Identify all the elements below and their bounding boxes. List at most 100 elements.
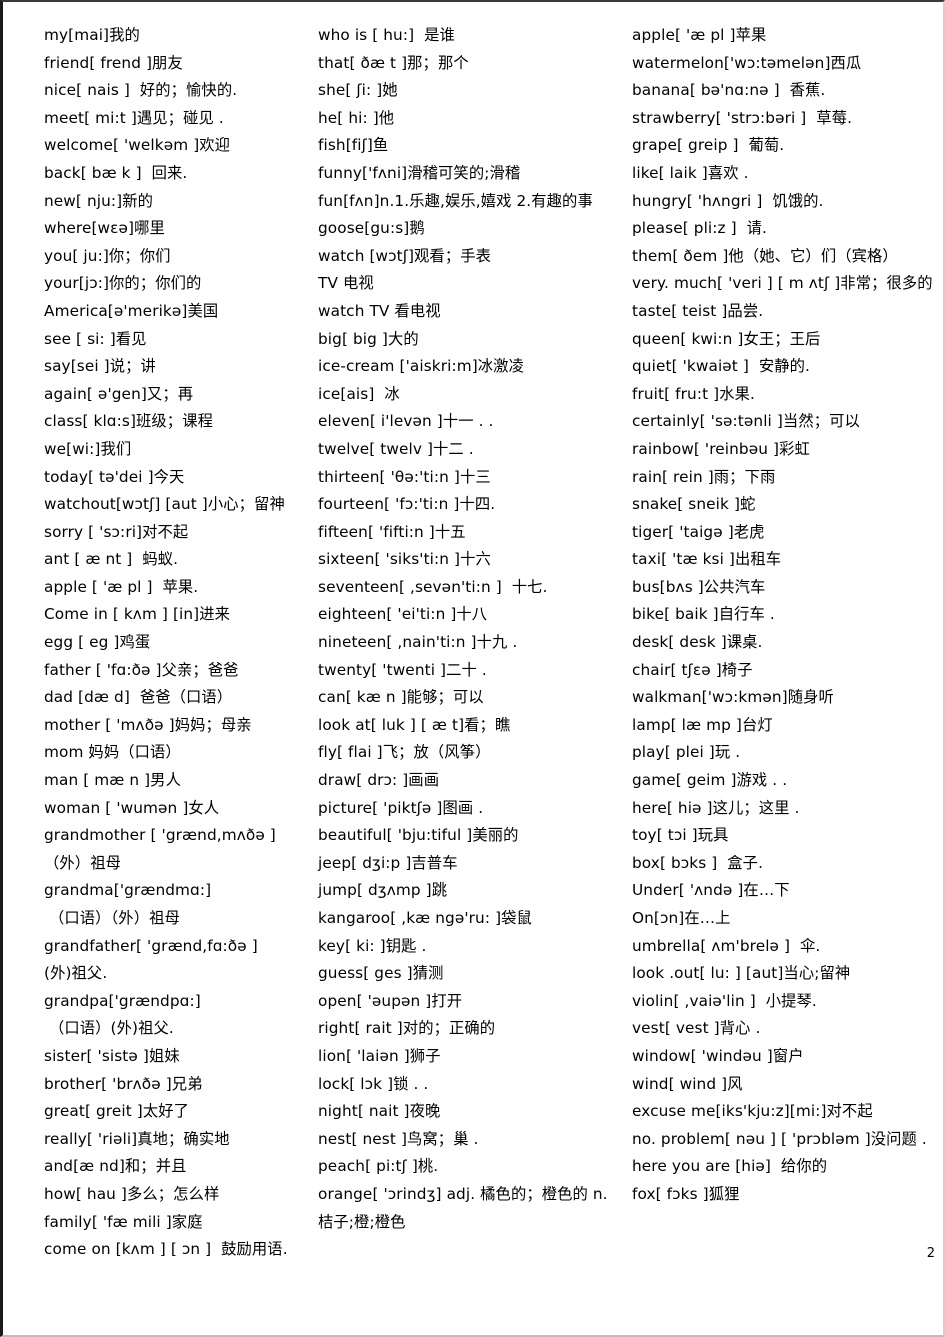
- vocabulary-entry: (外)祖父.: [44, 964, 108, 983]
- vocabulary-entry: how[ hau ]多么；怎么样: [44, 1184, 220, 1203]
- vocabulary-entry: again[ ə'gen]又；再: [44, 384, 194, 403]
- vocabulary-entry: come on [kʌm ] [ ɔn ] 鼓励用语.: [44, 1240, 288, 1259]
- vocabulary-entry: hungry[ 'hʌngri ] 饥饿的.: [632, 191, 824, 210]
- vocabulary-entry: fruit[ fru:t ]水果.: [632, 384, 755, 403]
- vocabulary-entry: watch [wɔtʃ]观看；手表: [318, 246, 492, 265]
- vocabulary-entry: queen[ kwi:n ]女王；王后: [632, 329, 821, 348]
- vocabulary-entry: jump[ dʒʌmp ]跳: [318, 881, 448, 900]
- vocabulary-entry: box[ bɔks ] 盒子.: [632, 853, 764, 872]
- vocabulary-entry: she[ ʃi: ]她: [318, 81, 398, 100]
- vocabulary-entry: sixteen[ 'siks'ti:n ]十六: [318, 550, 491, 569]
- vocabulary-entry: umbrella[ ʌm'brelə ] 伞.: [632, 936, 821, 955]
- vocabulary-entry: fifteen[ 'fifti:n ]十五: [318, 522, 466, 541]
- vocabulary-entry: meet[ mi:t ]遇见；碰见 .: [44, 108, 224, 127]
- vocabulary-entry: lock[ lɔk ]锁 . .: [318, 1074, 429, 1093]
- vocabulary-entry: （口语）(外)祖父.: [44, 1019, 174, 1038]
- vocabulary-entry: right[ rait ]对的；正确的: [318, 1019, 496, 1038]
- vocabulary-entry: TV 电视: [318, 274, 374, 293]
- vocabulary-entry: fourteen[ 'fɔ:'ti:n ]十四.: [318, 495, 496, 514]
- vocabulary-entry: nest[ nest ]鸟窝；巢 .: [318, 1129, 479, 1148]
- page-number: 2: [926, 1246, 935, 1261]
- vocabulary-entry: here[ hiə ]这儿；这里 .: [632, 798, 800, 817]
- vocabulary-entry: bus[bʌs ]公共汽车: [632, 577, 766, 596]
- vocabulary-entry: Come in [ kʌm ] [in]进来: [44, 605, 231, 624]
- vocabulary-entry: sister[ 'sistə ]姐妹: [44, 1046, 180, 1065]
- vocabulary-entry: woman [ 'wumən ]女人: [44, 798, 220, 817]
- vocabulary-entry: twenty[ 'twenti ]二十 .: [318, 660, 487, 679]
- vocabulary-entry: mom 妈妈（口语）: [44, 743, 181, 762]
- vocabulary-entry: wind[ wind ]风: [632, 1074, 743, 1093]
- vocabulary-entry: rainbow[ 'reinbəu ]彩虹: [632, 439, 810, 458]
- vocabulary-entry: watchout[wɔtʃ] [aut ]小心；留神: [44, 495, 285, 514]
- vocabulary-entry: ant [ æ nt ] 蚂蚁.: [44, 550, 179, 569]
- vocabulary-entry: strawberry[ 'strɔ:bəri ] 草莓.: [632, 108, 853, 127]
- vocabulary-entry: draw[ drɔ: ]画画: [318, 771, 440, 790]
- vocabulary-entry: sorry [ 'sɔ:ri]对不起: [44, 522, 189, 541]
- vocabulary-entry: open[ 'əupən ]打开: [318, 991, 463, 1010]
- vocabulary-entry: grandfather[ 'grænd,fɑ:ðə ]: [44, 936, 258, 955]
- vocabulary-entry: man [ mæ n ]男人: [44, 771, 181, 790]
- vocabulary-entry: peach[ pi:tʃ ]桃.: [318, 1157, 439, 1176]
- vocabulary-entry: fly[ flai ]飞；放（风筝）: [318, 743, 491, 762]
- vocabulary-entry: nineteen[ ,nain'ti:n ]十九 .: [318, 633, 518, 652]
- vocabulary-entry: mother [ 'mʌðə ]妈妈；母亲: [44, 715, 252, 734]
- vocabulary-entry: welcome[ 'welkəm ]欢迎: [44, 136, 231, 155]
- vocabulary-entry: very. much[ 'veri ] [ m ʌtʃ ]非常；很多的: [632, 274, 933, 293]
- vocabulary-entry: great[ greit ]太好了: [44, 1102, 190, 1121]
- vocabulary-entry: your[jɔ:]你的；你们的: [44, 274, 202, 293]
- vocabulary-entry: banana[ bə'nɑ:nə ] 香蕉.: [632, 81, 826, 100]
- vocabulary-entry: game[ geim ]游戏 . .: [632, 771, 788, 790]
- vocabulary-entry: lamp[ læ mp ]台灯: [632, 715, 773, 734]
- vocabulary-entry: jeep[ dʒi:p ]吉普车: [318, 853, 458, 872]
- vocabulary-entry: violin[ ,vaiə'lin ] 小提琴.: [632, 991, 817, 1010]
- vocabulary-entry: egg [ eg ]鸡蛋: [44, 633, 151, 652]
- vocabulary-entry: beautiful[ 'bju:tiful ]美丽的: [318, 826, 519, 845]
- vocabulary-entry: certainly[ 'sə:tənli ]当然；可以: [632, 412, 860, 431]
- vocabulary-entry: picture[ 'piktʃə ]图画 .: [318, 798, 484, 817]
- vocabulary-entry: no. problem[ nəu ] [ 'prɔbləm ]没问题 .: [632, 1129, 927, 1148]
- vocabulary-entry: family[ 'fæ mili ]家庭: [44, 1212, 203, 1231]
- vocabulary-entry: bike[ baik ]自行车 .: [632, 605, 775, 624]
- vocabulary-entry: taxi[ 'tæ ksi ]出租车: [632, 550, 782, 569]
- vocabulary-entry: big[ big ]大的: [318, 329, 419, 348]
- vocabulary-entry: taste[ teist ]品尝.: [632, 301, 764, 320]
- vocabulary-entry: Under[ 'ʌndə ]在…下: [632, 881, 790, 900]
- vocabulary-entry: night[ nait ]夜晚: [318, 1102, 441, 1121]
- vocabulary-entry: On[ɔn]在…上: [632, 909, 731, 927]
- vocabulary-entry: play[ plei ]玩 .: [632, 743, 741, 762]
- vocabulary-entry: seventeen[ ,sevən'ti:n ] 十七.: [318, 577, 548, 596]
- vocabulary-entry: that[ ðæ t ]那；那个: [318, 53, 469, 72]
- vocabulary-entry: grandpa['grændpɑ:]: [44, 991, 201, 1010]
- vocabulary-entry: class[ klɑ:s]班级；课程: [44, 412, 213, 431]
- vocabulary-entry: rain[ rein ]雨；下雨: [632, 467, 776, 486]
- vocabulary-entry: we[wi:]我们: [44, 439, 132, 458]
- vocabulary-entry: dad [dæ d] 爸爸（口语）: [44, 688, 233, 707]
- vocabulary-entry: vest[ vest ]背心 .: [632, 1019, 761, 1038]
- vocabulary-entry: America[ə'merikə]美国: [44, 301, 219, 320]
- vocabulary-entry: goose[gu:s]鹅: [318, 219, 425, 238]
- vocabulary-entry: who is [ hu:] 是谁: [318, 26, 455, 44]
- vocabulary-entry: window[ 'windəu ]窗户: [632, 1046, 804, 1065]
- vocabulary-entry: （口语）（外）祖母: [44, 909, 180, 927]
- vocabulary-entry: look .out[ lu: ] [aut]当心;留神: [632, 964, 851, 983]
- vocabulary-entry: please[ pli:z ] 请.: [632, 219, 767, 238]
- vocabulary-entry: father [ 'fɑ:ðə ]父亲；爸爸: [44, 660, 239, 679]
- vocabulary-entry: thirteen[ 'θə:'ti:n ]十三: [318, 467, 491, 486]
- vocabulary-column-3: apple[ 'æ pl ]苹果 watermelon['wɔ:təmelən]西…: [620, 22, 945, 1209]
- vocabulary-entry: today[ tə'dei ]今天: [44, 467, 185, 486]
- vocabulary-entry: fox[ fɔks ]狐狸: [632, 1184, 740, 1203]
- vocabulary-entry: see [ si: ]看见: [44, 329, 147, 348]
- vocabulary-entry: say[sei ]说；讲: [44, 357, 156, 376]
- vocabulary-entry: chair[ tʃɛə ]椅子: [632, 660, 753, 679]
- vocabulary-entry: guess[ ges ]猜测: [318, 964, 444, 983]
- vocabulary-entry: he[ hi: ]他: [318, 108, 395, 127]
- vocabulary-entry: back[ bæ k ] 回来.: [44, 163, 188, 182]
- vocabulary-entry: lion[ 'laiən ]狮子: [318, 1046, 441, 1065]
- vocabulary-entry: snake[ sneik ]蛇: [632, 495, 756, 514]
- vocabulary-column-1: my[mai]我的 friend[ frend ]朋友 nice[ nais ] 好…: [0, 22, 310, 1264]
- vocabulary-entry: apple [ 'æ pl ] 苹果.: [44, 577, 199, 596]
- vocabulary-entry: can[ kæ n ]能够；可以: [318, 688, 484, 707]
- vocabulary-entry: watermelon['wɔ:təmelən]西瓜: [632, 53, 862, 72]
- vocabulary-entry: like[ laik ]喜欢 .: [632, 163, 749, 182]
- vocabulary-column-2: who is [ hu:] 是谁 that[ ðæ t ]那；那个 she[ ʃi:…: [310, 22, 620, 1236]
